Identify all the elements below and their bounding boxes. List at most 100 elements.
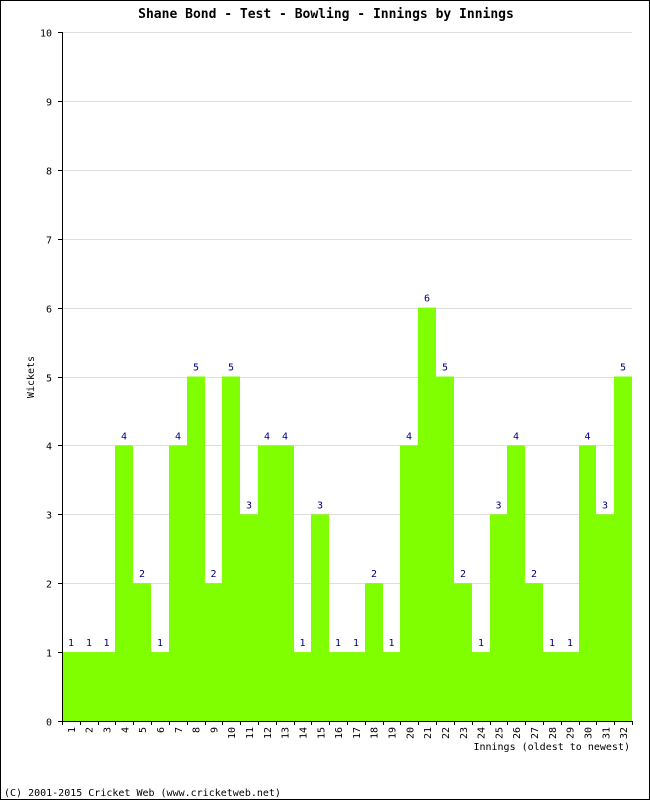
x-tick-label: 2	[85, 727, 96, 733]
bar	[258, 445, 276, 721]
data-label: 3	[495, 500, 501, 511]
data-label: 4	[282, 431, 288, 442]
y-tick-label: 0	[46, 718, 52, 729]
x-tick-label: 3	[103, 727, 114, 733]
y-tick-label: 5	[46, 374, 52, 385]
data-label: 1	[353, 638, 359, 649]
x-tick-label: 26	[512, 727, 523, 739]
x-tick-label: 10	[227, 727, 238, 739]
bar	[329, 652, 347, 721]
bar	[454, 583, 472, 721]
data-label: 3	[317, 500, 323, 511]
x-tick-label: 5	[138, 727, 149, 733]
data-label: 4	[175, 431, 181, 442]
bar	[169, 445, 187, 721]
bar	[62, 652, 80, 721]
data-label: 1	[86, 638, 92, 649]
grid-lines	[62, 32, 632, 653]
bar-chart: Shane Bond - Test - Bowling - Innings by…	[4, 7, 633, 799]
bar	[311, 514, 329, 721]
bar	[543, 652, 561, 721]
bar	[151, 652, 169, 721]
data-label: 2	[460, 569, 466, 580]
x-tick-label: 25	[494, 727, 505, 739]
x-tick-label: 14	[298, 727, 309, 739]
bar	[365, 583, 383, 721]
x-tick-label: 12	[263, 727, 274, 739]
x-tick-label: 11	[245, 727, 256, 739]
data-label: 4	[584, 431, 590, 442]
y-tick-label: 2	[46, 580, 52, 591]
y-tick-label: 3	[46, 511, 52, 522]
bar	[133, 583, 151, 721]
data-label: 6	[424, 294, 430, 305]
data-label: 3	[246, 500, 252, 511]
data-label: 5	[193, 363, 199, 374]
data-label: 1	[549, 638, 555, 649]
bar	[490, 514, 507, 721]
data-label: 4	[513, 431, 519, 442]
bar	[187, 376, 205, 721]
x-tick-label: 7	[174, 727, 185, 733]
x-tick-label: 30	[583, 727, 594, 739]
bar	[383, 652, 400, 721]
x-tick-label: 28	[548, 727, 559, 739]
bar	[436, 376, 454, 721]
x-tick-label: 27	[530, 727, 541, 739]
bar	[294, 652, 311, 721]
data-label: 5	[620, 363, 626, 374]
data-label: 1	[68, 638, 74, 649]
x-tick-label: 24	[477, 727, 488, 739]
bar	[561, 652, 579, 721]
y-axis-label: Wickets	[26, 356, 37, 398]
x-tick-label: 18	[370, 727, 381, 739]
data-label: 3	[602, 500, 608, 511]
data-label: 1	[103, 638, 109, 649]
bar	[276, 445, 294, 721]
chart-frame: Shane Bond - Test - Bowling - Innings by…	[0, 0, 650, 800]
x-tick-label: 8	[192, 727, 203, 733]
data-label: 1	[299, 638, 305, 649]
data-label: 1	[335, 638, 341, 649]
bar	[596, 514, 614, 721]
bar	[472, 652, 490, 721]
x-tick-label: 15	[316, 727, 327, 739]
x-tick-label: 4	[120, 727, 131, 733]
data-label: 1	[157, 638, 163, 649]
data-label: 4	[121, 431, 127, 442]
bar	[80, 652, 98, 721]
x-tick-label: 32	[619, 727, 630, 739]
data-label: 1	[567, 638, 573, 649]
y-tick-label: 8	[46, 167, 52, 178]
x-axis-label: Innings (oldest to newest)	[473, 742, 630, 753]
bar	[418, 307, 436, 721]
x-tick-label: 1	[67, 727, 78, 733]
bar	[525, 583, 543, 721]
y-tick-label: 1	[46, 649, 52, 660]
bar	[400, 445, 418, 721]
data-label: 4	[264, 431, 270, 442]
bar	[347, 652, 365, 721]
x-tick-label: 17	[352, 727, 363, 739]
x-tick-label: 20	[405, 727, 416, 739]
data-label: 2	[210, 569, 216, 580]
y-tick-label: 4	[46, 442, 52, 453]
x-tick-labels: 1 2 3 4 5 6 7 8 9 10 11 12 13 14 15 16 17 18 19 20 21 22 23 24 2…	[67, 727, 630, 739]
bar	[579, 445, 596, 721]
x-tick-label: 23	[459, 727, 470, 739]
y-tick-label: 7	[46, 236, 52, 247]
data-label: 1	[388, 638, 394, 649]
x-tick-label: 21	[423, 727, 434, 739]
bar	[98, 652, 115, 721]
copyright-footer: (C) 2001-2015 Cricket Web (www.cricketwe…	[4, 788, 281, 799]
bar	[240, 514, 258, 721]
bar	[222, 376, 240, 721]
x-tick-label: 13	[281, 727, 292, 739]
chart-title: Shane Bond - Test - Bowling - Innings by…	[138, 7, 514, 22]
data-label: 2	[371, 569, 377, 580]
y-tick-label: 9	[46, 98, 52, 109]
x-tick-label: 16	[334, 727, 345, 739]
x-tick-label: 29	[566, 727, 577, 739]
x-tick-label: 9	[209, 727, 220, 733]
bar	[205, 583, 222, 721]
